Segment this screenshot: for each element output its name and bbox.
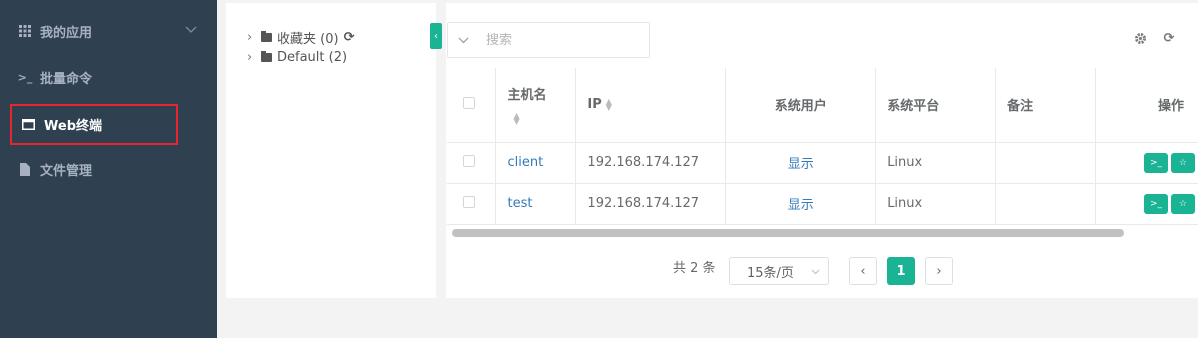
- row-checkbox-cell: [447, 142, 497, 184]
- sidebar-item-label: 我的应用: [40, 25, 93, 41]
- row-checkbox-cell: [447, 183, 497, 225]
- total-count: 共 2 条: [673, 261, 716, 276]
- header-label: 备注: [1007, 99, 1034, 115]
- header-system-user: 系统用户: [725, 68, 877, 143]
- prev-page[interactable]: ‹: [849, 257, 877, 285]
- header-label: 系统平台: [887, 99, 940, 115]
- chevron-right-icon: ›: [936, 263, 942, 279]
- cell-system-user: 显示: [725, 183, 877, 225]
- cell-note: [995, 183, 1096, 225]
- chevron-down-icon[interactable]: [458, 33, 472, 48]
- chevron-down-icon: [811, 264, 820, 279]
- header-actions: 操作: [1095, 68, 1198, 143]
- folder-icon: [261, 50, 272, 62]
- header-ip[interactable]: IP ▲ ▼: [575, 68, 727, 143]
- table-row: test 192.168.174.127 显示 Linux >_ ☆: [447, 183, 1198, 225]
- open-terminal-button[interactable]: >_: [1143, 193, 1168, 214]
- page-size-box[interactable]: 15条/页: [729, 257, 829, 285]
- collapse-tree-button[interactable]: ‹: [430, 23, 442, 49]
- tree-node-default[interactable]: › Default (2): [247, 47, 354, 67]
- tree-node-label: Default (2): [277, 49, 348, 65]
- header-label: 操作: [1157, 99, 1184, 115]
- tree-node-favorites[interactable]: › 收藏夹 (0) ⟳: [247, 27, 354, 47]
- chevron-left-icon: ‹: [860, 263, 866, 279]
- sidebar-item-label: 文件管理: [40, 163, 93, 179]
- chevron-down-icon: [185, 23, 197, 38]
- favorite-button[interactable]: ☆: [1170, 152, 1195, 173]
- sort-icon[interactable]: ▲ ▼: [606, 97, 612, 111]
- page-1-button[interactable]: 1: [887, 257, 915, 285]
- file-icon: [18, 162, 32, 176]
- sidebar-item-label: Web终端: [44, 119, 102, 134]
- table-header-row: 主机名 ▲ ▼ IP ▲ ▼ 系统用户 系统平台 备注 操作: [447, 68, 1198, 143]
- chevron-right-icon[interactable]: ›: [247, 30, 261, 45]
- header-label: 系统用户: [774, 99, 827, 115]
- folder-icon: [261, 30, 272, 42]
- cell-system-user: 显示: [725, 142, 877, 184]
- favorite-button[interactable]: ☆: [1170, 193, 1195, 214]
- refresh-icon[interactable]: ⟳: [344, 30, 355, 45]
- main-content: › 收藏夹 (0) ⟳ › Default (2) ‹ ⟳ 主机名 ▲▼: [217, 0, 1198, 338]
- select-all-cell: [447, 68, 497, 143]
- header-label: IP: [587, 97, 602, 113]
- search-box[interactable]: [447, 22, 650, 58]
- header-label: 主机名: [507, 88, 547, 104]
- show-user-link[interactable]: 显示: [788, 157, 814, 172]
- grid-icon: [18, 24, 32, 38]
- page-number[interactable]: 1: [887, 257, 915, 285]
- asset-tree: › 收藏夹 (0) ⟳ › Default (2): [247, 27, 354, 67]
- hostname-link[interactable]: client: [507, 155, 543, 170]
- sidebar-item-file-manager[interactable]: 文件管理: [0, 146, 217, 192]
- gear-icon[interactable]: [1132, 30, 1148, 46]
- search-input[interactable]: [486, 32, 646, 48]
- chevron-left-icon: ‹: [434, 30, 438, 42]
- cell-hostname: test: [495, 183, 577, 225]
- table-row: client 192.168.174.127 显示 Linux >_ ☆: [447, 142, 1198, 184]
- header-note: 备注: [995, 68, 1096, 143]
- next-page-button[interactable]: ›: [925, 257, 953, 285]
- pagination: 共 2 条: [673, 257, 716, 276]
- refresh-icon[interactable]: ⟳: [1161, 30, 1177, 46]
- header-platform: 系统平台: [875, 68, 997, 143]
- sidebar-item-web-terminal[interactable]: Web终端: [10, 104, 178, 145]
- row-checkbox[interactable]: [463, 195, 475, 208]
- cell-note: [995, 142, 1096, 184]
- show-user-link[interactable]: 显示: [788, 198, 814, 213]
- cell-platform: Linux: [875, 183, 997, 225]
- cell-actions: >_ ☆: [1095, 142, 1198, 184]
- horizontal-scrollbar[interactable]: [452, 229, 1124, 237]
- window-icon: [22, 118, 36, 132]
- cell-hostname: client: [495, 142, 577, 184]
- next-page[interactable]: ›: [925, 257, 953, 285]
- cell-actions: >_ ☆: [1095, 183, 1198, 225]
- cell-ip: 192.168.174.127: [575, 142, 727, 184]
- hostname-link[interactable]: test: [507, 196, 532, 211]
- sidebar-item-my-apps[interactable]: 我的应用: [0, 8, 217, 54]
- open-terminal-button[interactable]: >_: [1143, 152, 1168, 173]
- sort-icon[interactable]: ▲ ▼: [513, 112, 519, 126]
- cell-ip: 192.168.174.127: [575, 183, 727, 225]
- page-size-value: 15条/页: [747, 265, 794, 281]
- select-all-checkbox[interactable]: [463, 96, 475, 109]
- chevron-right-icon[interactable]: ›: [247, 50, 261, 65]
- header-hostname[interactable]: 主机名 ▲ ▼: [495, 68, 577, 143]
- sidebar: 我的应用 >_ 批量命令 Web终端 文件管理: [0, 0, 217, 338]
- sidebar-item-label: 批量命令: [40, 71, 93, 87]
- page-size-select[interactable]: 15条/页: [729, 257, 829, 285]
- prev-page-button[interactable]: ‹: [849, 257, 877, 285]
- row-checkbox[interactable]: [463, 154, 475, 167]
- tree-node-label: 收藏夹 (0): [277, 31, 339, 47]
- terminal-icon: >_: [17, 70, 33, 84]
- host-table: 主机名 ▲ ▼ IP ▲ ▼ 系统用户 系统平台 备注 操作 client 192.1…: [447, 68, 1198, 225]
- cell-platform: Linux: [875, 142, 997, 184]
- sidebar-item-batch-command[interactable]: >_ 批量命令: [0, 54, 217, 100]
